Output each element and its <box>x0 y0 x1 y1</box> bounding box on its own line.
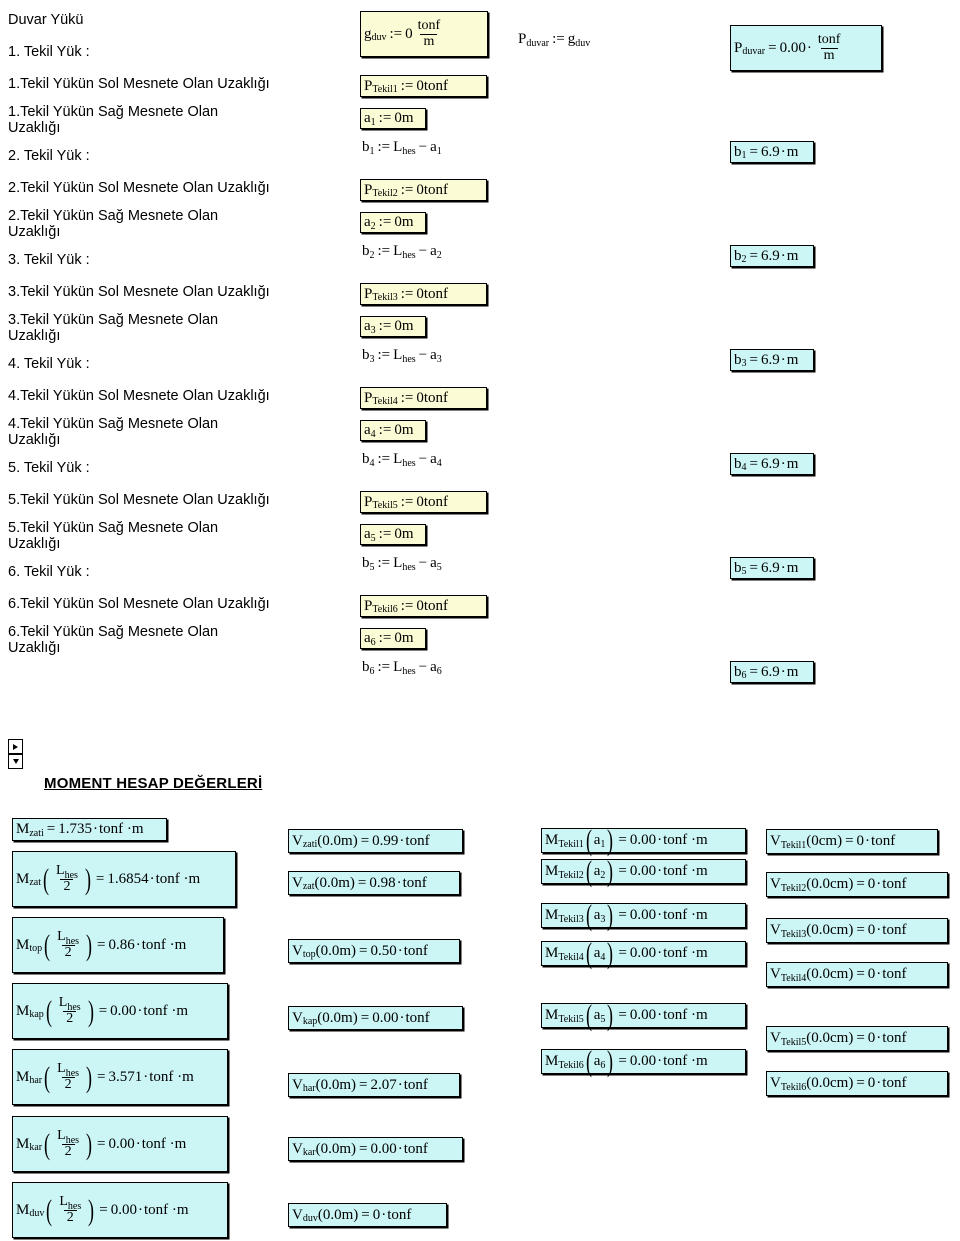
result-m-tekil-6[interactable]: M Tekil6(a 6) = 0.00 · tonf ·m <box>541 1047 746 1077</box>
label-tekil4-sol: 4.Tekil Yükün Sol Mesnete Olan Uzaklığı <box>8 388 270 404</box>
result-v-tekil-6[interactable]: V Tekil6 (0.0cm) = 0 · tonf <box>766 1071 948 1096</box>
definition-b-3[interactable]: b 3:= Lhes − a 3 <box>362 348 442 365</box>
result-v-tekil-3[interactable]: V Tekil3 (0.0cm) = 0 · tonf <box>766 918 948 943</box>
definition-a-4[interactable]: a 4:= 0m <box>360 420 426 441</box>
definition-a-6[interactable]: a 6:= 0m <box>360 628 426 649</box>
definition-p-tekil-1[interactable]: P Tekil1:= 0tonf <box>360 75 487 97</box>
label-duvar-yuku: Duvar Yükü <box>8 12 84 28</box>
label-tekil6-sol: 6.Tekil Yükün Sol Mesnete Olan Uzaklığı <box>8 596 270 612</box>
triangle-right-glyph <box>13 743 18 750</box>
result-v-zat[interactable]: Vzat (0.0m) = 0.98 · tonf <box>288 871 460 895</box>
result-m-top[interactable]: Mtop(Lhes 2) = 0.86 · tonf ·m <box>12 917 224 973</box>
label-tekil-yuk-3: 3. Tekil Yük : <box>8 252 90 268</box>
result-m-kap[interactable]: Mkap(Lhes 2) = 0.00 · tonf ·m <box>12 983 228 1039</box>
fraction-tonf-per-m: tonf m <box>817 31 841 63</box>
result-v-duv[interactable]: Vduv (0.0m) = 0 · tonf <box>288 1203 447 1227</box>
label-tekil-yuk-6: 6. Tekil Yük : <box>8 564 90 580</box>
definition-b-4[interactable]: b 4:= Lhes − a 4 <box>362 452 442 469</box>
result-b-6[interactable]: b 6 = 6.9 · m <box>730 661 814 683</box>
label-tekil1-sol: 1.Tekil Yükün Sol Mesnete Olan Uzaklığı <box>8 76 270 92</box>
triangle-down-glyph <box>12 759 19 764</box>
result-v-tekil-1[interactable]: V Tekil1 (0cm) = 0 · tonf <box>766 829 938 854</box>
definition-p-duvar[interactable]: Pduvar:= g duv <box>518 32 590 49</box>
label-tekil6-sag: 6.Tekil Yükün Sağ Mesnete Olan Uzaklığı <box>8 624 219 656</box>
fraction-tonf-per-m: tonf m <box>417 17 441 49</box>
definition-p-tekil-4[interactable]: P Tekil4:= 0tonf <box>360 387 487 409</box>
label-tekil2-sag: 2.Tekil Yükün Sağ Mesnete Olan Uzaklığı <box>8 208 219 240</box>
definition-a-5[interactable]: a 5:= 0m <box>360 524 426 545</box>
definition-p-tekil-2[interactable]: P Tekil2:= 0tonf <box>360 179 487 201</box>
result-v-tekil-2[interactable]: V Tekil2 (0.0cm) = 0 · tonf <box>766 872 948 897</box>
result-b-5[interactable]: b 5 = 6.9 · m <box>730 557 814 579</box>
definition-a-1[interactable]: a 1:= 0m <box>360 108 426 129</box>
result-m-har[interactable]: Mhar(Lhes 2) = 3.571 · tonf ·m <box>12 1049 228 1105</box>
label-tekil-yuk-1: 1. Tekil Yük : <box>8 44 90 60</box>
definition-p-tekil-6[interactable]: P Tekil6:= 0tonf <box>360 595 487 617</box>
result-p-duvar[interactable]: Pduvar = 0.00 · tonf m <box>730 25 882 71</box>
result-v-kar[interactable]: Vkar (0.0m) = 0.00 · tonf <box>288 1137 463 1161</box>
label-tekil5-sol: 5.Tekil Yükün Sol Mesnete Olan Uzaklığı <box>8 492 270 508</box>
result-b-3[interactable]: b 3 = 6.9 · m <box>730 349 814 371</box>
definition-p-tekil-3[interactable]: P Tekil3:= 0tonf <box>360 283 487 305</box>
result-v-tekil-5[interactable]: V Tekil5 (0.0cm) = 0 · tonf <box>766 1026 948 1051</box>
result-m-duv[interactable]: Mduv(Lhes 2) = 0.00 · tonf ·m <box>12 1182 228 1238</box>
result-m-tekil-5[interactable]: M Tekil5(a 5) = 0.00 · tonf ·m <box>541 1001 746 1031</box>
result-m-zati[interactable]: Mzati = 1.735 · tonf ·m <box>12 818 167 841</box>
label-tekil2-sol: 2.Tekil Yükün Sol Mesnete Olan Uzaklığı <box>8 180 270 196</box>
label-tekil-yuk-5: 5. Tekil Yük : <box>8 460 90 476</box>
result-v-tekil-4[interactable]: V Tekil4 (0.0cm) = 0 · tonf <box>766 962 948 987</box>
collapse-down-icon[interactable] <box>8 754 23 769</box>
result-v-zati[interactable]: Vzati (0.0m) = 0.99 · tonf <box>288 829 463 853</box>
result-v-kap[interactable]: Vkap (0.0m) = 0.00 · tonf <box>288 1006 463 1030</box>
definition-a-2[interactable]: a 2:= 0m <box>360 212 426 233</box>
result-b-2[interactable]: b 2 = 6.9 · m <box>730 245 814 267</box>
definition-a-3[interactable]: a 3:= 0m <box>360 316 426 337</box>
collapse-right-icon[interactable] <box>8 739 23 754</box>
result-m-tekil-3[interactable]: M Tekil3(a 3) = 0.00 · tonf ·m <box>541 901 746 931</box>
definition-b-5[interactable]: b 5:= Lhes − a 5 <box>362 556 442 573</box>
result-m-tekil-2[interactable]: M Tekil2(a 2) = 0.00 · tonf ·m <box>541 857 746 887</box>
result-b-1[interactable]: b 1 = 6.9 · m <box>730 141 814 163</box>
label-tekil3-sol: 3.Tekil Yükün Sol Mesnete Olan Uzaklığı <box>8 284 270 300</box>
label-tekil-yuk-4: 4. Tekil Yük : <box>8 356 90 372</box>
label-tekil1-sag: 1.Tekil Yükün Sağ Mesnete Olan Uzaklığı <box>8 104 219 136</box>
expression-g-duv: g duv := 0 tonf m <box>364 17 445 49</box>
page-title-moment-hesap: MOMENT HESAP DEĞERLERİ <box>44 775 263 792</box>
label-tekil5-sag: 5.Tekil Yükün Sağ Mesnete Olan Uzaklığı <box>8 520 219 552</box>
result-m-tekil-4[interactable]: M Tekil4(a 4) = 0.00 · tonf ·m <box>541 939 746 969</box>
label-tekil-yuk-2: 2. Tekil Yük : <box>8 148 90 164</box>
definition-b-6[interactable]: b 6:= Lhes − a 6 <box>362 660 442 677</box>
definition-g-duv[interactable]: g duv := 0 tonf m <box>360 11 488 57</box>
result-m-zat[interactable]: Mzat(Lhes 2) = 1.6854 · tonf ·m <box>12 851 236 907</box>
definition-b-2[interactable]: b 2:= Lhes − a 2 <box>362 244 442 261</box>
definition-p-tekil-5[interactable]: P Tekil5:= 0tonf <box>360 491 487 513</box>
result-b-4[interactable]: b 4 = 6.9 · m <box>730 453 814 475</box>
label-tekil3-sag: 3.Tekil Yükün Sağ Mesnete Olan Uzaklığı <box>8 312 219 344</box>
result-v-top[interactable]: Vtop (0.0m) = 0.50 · tonf <box>288 939 460 963</box>
label-tekil4-sag: 4.Tekil Yükün Sağ Mesnete Olan Uzaklığı <box>8 416 219 448</box>
result-m-tekil-1[interactable]: M Tekil1(a 1) = 0.00 · tonf ·m <box>541 826 746 856</box>
result-v-har[interactable]: Vhar (0.0m) = 2.07 · tonf <box>288 1073 460 1097</box>
definition-b-1[interactable]: b 1:= Lhes − a 1 <box>362 140 442 157</box>
result-m-kar[interactable]: Mkar(Lhes 2) = 0.00 · tonf ·m <box>12 1116 228 1172</box>
